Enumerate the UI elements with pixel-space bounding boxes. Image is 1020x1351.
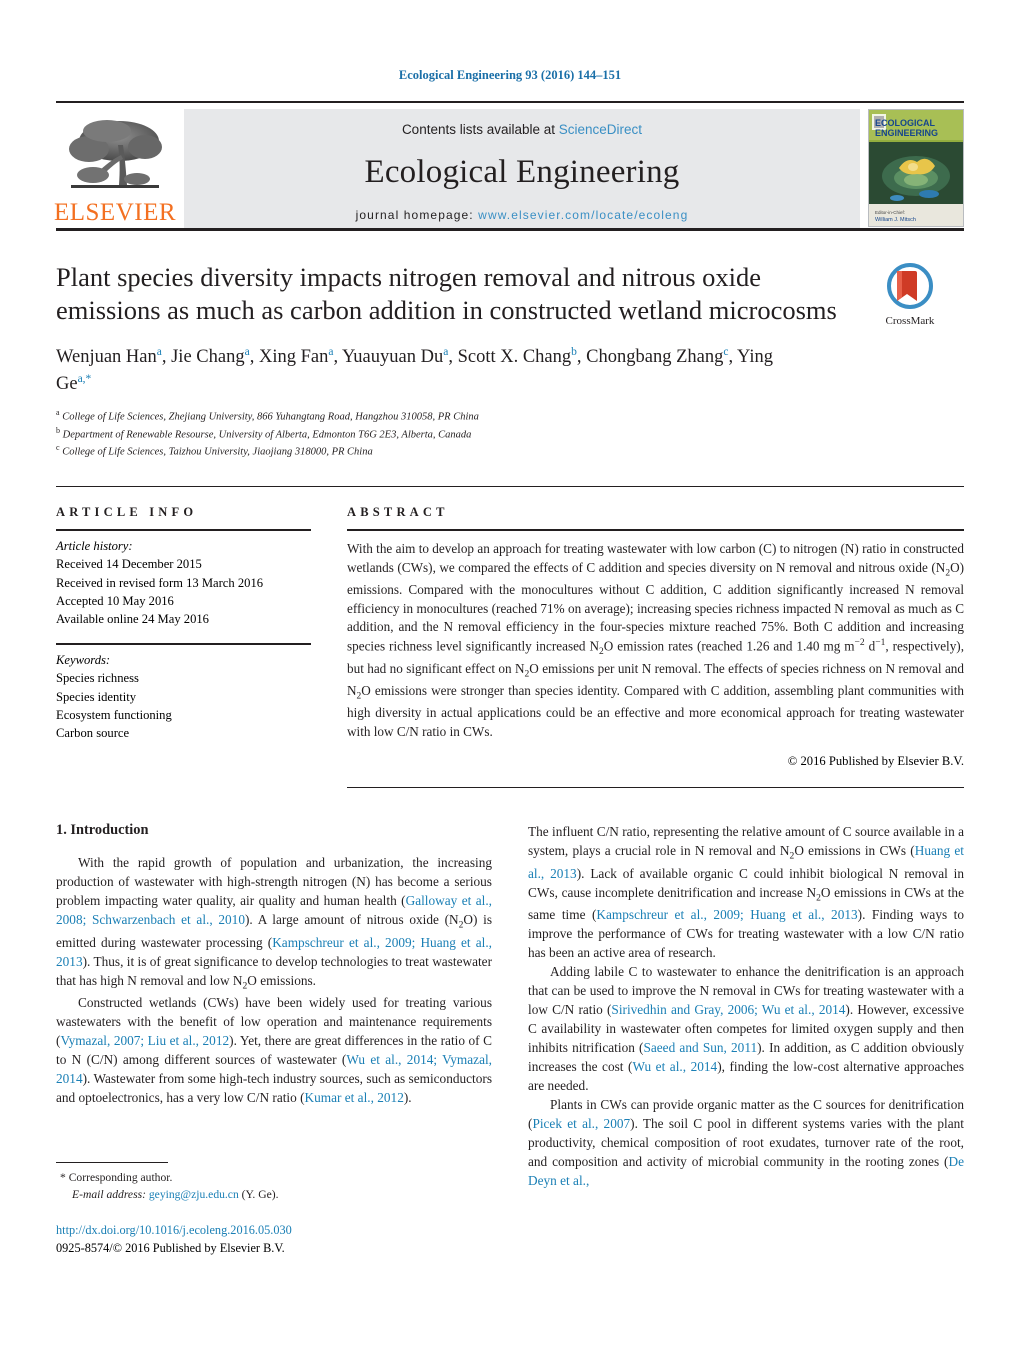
running-head: Ecological Engineering 93 (2016) 144–151 — [398, 68, 622, 82]
abstract-heading: ABSTRACT — [347, 504, 449, 519]
cover-artwork: ECOLOGICAL ENGINEERING Editor-in-Chief: … — [869, 110, 963, 226]
journal-cover-thumbnail: ECOLOGICAL ENGINEERING Editor-in-Chief: … — [868, 109, 964, 227]
history-item: Accepted 10 May 2016 — [56, 594, 174, 609]
article-history-label: Article history: — [56, 538, 133, 553]
journal-article-page: Ecological Engineering 93 (2016) 144–151 — [0, 0, 1020, 1351]
doi-link[interactable]: http://dx.doi.org/10.1016/j.ecoleng.2016… — [56, 1222, 292, 1240]
crossmark-icon — [887, 263, 933, 309]
article-info-heading: ARTICLE INFO — [56, 504, 198, 519]
issn-copyright-line: 0925-8574/© 2016 Published by Elsevier B… — [56, 1240, 285, 1255]
keywords-block: Keywords: Species richness Species ident… — [56, 645, 311, 743]
email-link[interactable]: geying@zju.edu.cn — [149, 1188, 239, 1201]
keyword-item: Species identity — [56, 689, 137, 704]
corresponding-label: Corresponding author. — [68, 1171, 173, 1184]
affiliation-item: b Department of Renewable Resourse, Univ… — [56, 425, 964, 443]
keyword-item: Species richness — [56, 671, 139, 686]
contents-prefix: Contents lists available at — [401, 122, 559, 137]
email-suffix: (Y. Ge). — [241, 1188, 279, 1202]
svg-text:ENGINEERING: ENGINEERING — [875, 128, 938, 138]
affiliations: a College of Life Sciences, Zhejiang Uni… — [56, 407, 964, 460]
journal-band: Contents lists available at ScienceDirec… — [184, 109, 860, 231]
journal-homepage-line: journal homepage: www.elsevier.com/locat… — [356, 208, 689, 222]
keyword-item: Ecosystem functioning — [56, 707, 172, 722]
affiliation-item: a College of Life Sciences, Zhejiang Uni… — [56, 407, 964, 425]
elsevier-tree-icon — [69, 120, 162, 188]
svg-text:William J. Mitsch: William J. Mitsch — [875, 217, 916, 223]
affiliation-marker: a — [56, 407, 60, 417]
info-abstract-region: ARTICLE INFO Article history: Received 1… — [56, 485, 964, 789]
affiliation-item: c College of Life Sciences, Taizhou Univ… — [56, 442, 964, 460]
masthead-bottom-rule — [56, 228, 964, 231]
author-list: Wenjuan Hana, Jie Changa, Xing Fana, Yua… — [56, 345, 773, 394]
affiliation-text: College of Life Sciences, Zhejiang Unive… — [62, 411, 479, 423]
paragraph: Constructed wetlands (CWs) have been wid… — [56, 994, 493, 1105]
abstract-copyright: © 2016 Published by Elsevier B.V. — [787, 754, 964, 769]
corresponding-author-footnote: * Corresponding author. E-mail address: … — [56, 1162, 476, 1204]
homepage-prefix: journal homepage: — [355, 208, 474, 222]
paragraph: Adding labile C to wastewater to enhance… — [528, 963, 965, 1093]
title-block: Plant species diversity impacts nitrogen… — [56, 261, 964, 460]
paragraph: With the rapid growth of population and … — [56, 855, 492, 992]
sciencedirect-link[interactable]: ScienceDirect — [559, 122, 642, 137]
body-column-left: 1. Introduction With the rapid growth of… — [56, 822, 492, 1190]
history-item: Received in revised form 13 March 2016 — [56, 575, 264, 590]
history-item: Received 14 December 2015 — [56, 557, 202, 572]
journal-masthead: ELSEVIER Contents lists available at Sci… — [53, 101, 964, 231]
page-title: Plant species diversity impacts nitrogen… — [56, 262, 837, 325]
homepage-url-link[interactable]: www.elsevier.com/locate/ecoleng — [478, 208, 688, 222]
corresponding-marker: * — [60, 1171, 66, 1184]
footer-doi-block: http://dx.doi.org/10.1016/j.ecoleng.2016… — [56, 1222, 292, 1258]
history-item: Available online 24 May 2016 — [56, 612, 209, 627]
body-column-right: The influent C/N ratio, representing the… — [528, 822, 964, 1190]
paragraph: The influent C/N ratio, representing the… — [528, 824, 965, 960]
svg-text:ECOLOGICAL: ECOLOGICAL — [875, 118, 936, 128]
keywords-label: Keywords: — [56, 652, 111, 667]
body-columns: 1. Introduction With the rapid growth of… — [56, 822, 964, 1190]
elsevier-wordmark: ELSEVIER — [53, 199, 177, 226]
contents-available-line: Contents lists available at ScienceDirec… — [402, 122, 642, 137]
paragraph: Plants in CWs can provide organic matter… — [528, 1096, 964, 1188]
keyword-item: Carbon source — [56, 726, 130, 741]
section-title-introduction: 1. Introduction — [56, 822, 149, 839]
affiliation-marker: b — [56, 425, 60, 435]
affiliation-text: College of Life Sciences, Taizhou Univer… — [62, 446, 373, 458]
elsevier-logo: ELSEVIER — [53, 109, 177, 231]
article-history-block: Article history: Received 14 December 20… — [56, 531, 311, 643]
footnote-rule — [56, 1162, 168, 1163]
crossmark-label: CrossMark — [885, 315, 935, 327]
abstract-text: With the aim to develop an approach for … — [347, 540, 964, 739]
abstract-bottom-rule — [347, 787, 964, 789]
journal-title: Ecological Engineering — [364, 154, 680, 190]
crossmark-badge[interactable]: CrossMark — [856, 263, 964, 327]
email-label: E-mail address: — [72, 1188, 146, 1202]
affiliation-text: Department of Renewable Resourse, Univer… — [62, 429, 472, 441]
svg-text:Editor-in-Chief:: Editor-in-Chief: — [875, 210, 905, 215]
email-line: E-mail address: geying@zju.edu.cn (Y. Ge… — [56, 1186, 476, 1203]
corresponding-author-line: * Corresponding author. — [56, 1169, 476, 1186]
affiliation-marker: c — [56, 443, 60, 453]
article-info-column: ARTICLE INFO Article history: Received 1… — [56, 505, 311, 788]
abstract-column: ABSTRACT With the aim to develop an appr… — [347, 504, 964, 789]
